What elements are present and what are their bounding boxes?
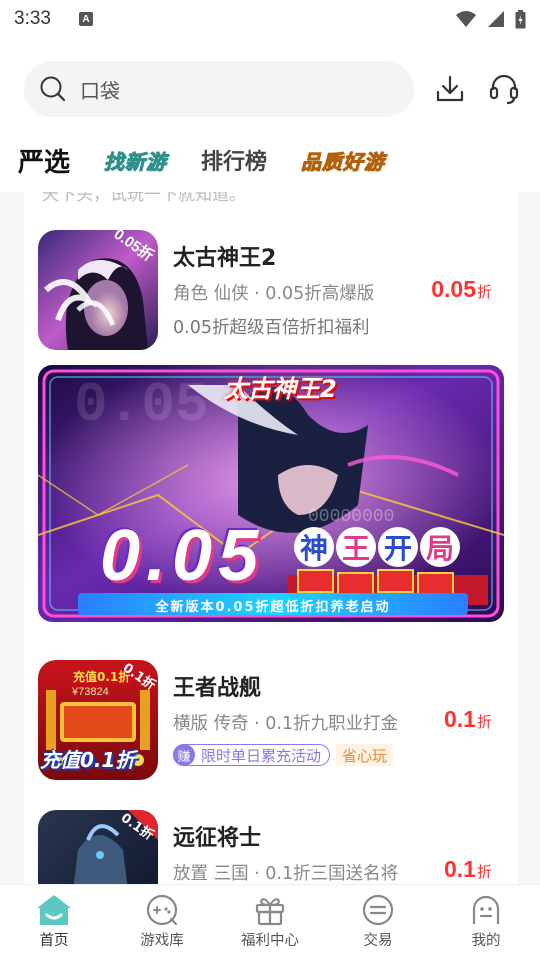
- wifi-icon: [456, 11, 476, 27]
- game-discount: 0.1折: [444, 856, 492, 882]
- tab-label: 交易: [363, 933, 393, 949]
- feed-card: 天下头，试玩一下就知道。 0.05折 太古神王2 角色 仙侠 · 0.05折高爆…: [24, 192, 518, 884]
- game-meta: 角色 仙侠 · 0.05折高爆版: [173, 284, 375, 304]
- game-item[interactable]: 0.1折 远征将士 放置 三国 · 0.1折三国送名将 0.1折: [38, 810, 504, 884]
- search-row: 口袋: [24, 61, 524, 117]
- status-time: 3:33: [14, 8, 51, 29]
- battery-icon: [515, 9, 526, 28]
- tab-label: 福利中心: [241, 933, 299, 949]
- banner-bg-digits: 0.05: [74, 373, 209, 437]
- search-icon: [40, 76, 66, 102]
- download-icon[interactable]: [436, 75, 464, 103]
- tab-game-library[interactable]: 游戏库: [108, 885, 216, 960]
- slogan-char: 王: [336, 527, 376, 567]
- search-text: 口袋: [80, 78, 120, 103]
- truncated-text: 天下头，试玩一下就知道。: [42, 192, 246, 205]
- top-tabs: 严选 找新游 排行榜 品质好游: [18, 138, 419, 182]
- tab-mine[interactable]: 我的: [432, 885, 540, 960]
- game-name: 远征将士: [173, 826, 262, 851]
- tab-label: 首页: [39, 933, 69, 949]
- game-icon: 充值0.1折 ¥73824 充值0.1折 0.1折: [38, 660, 158, 780]
- banner-big-number: 0.05: [100, 516, 265, 596]
- bottom-tab-bar: 首页 游戏库 福利中心 交易 我的: [0, 884, 540, 960]
- banner-logo: 太古神王2: [224, 375, 337, 403]
- game-discount: 0.05折: [431, 276, 492, 302]
- tab-trade[interactable]: 交易: [324, 885, 432, 960]
- game-feed[interactable]: 天下头，试玩一下就知道。 0.05折 太古神王2 角色 仙侠 · 0.05折高爆…: [0, 192, 540, 884]
- game-item[interactable]: 充值0.1折 ¥73824 充值0.1折 0.1折 王者战舰 横版 传奇 · 0…: [38, 660, 504, 780]
- tab-welfare[interactable]: 福利中心: [216, 885, 324, 960]
- game-meta: 放置 三国 · 0.1折三国送名将: [173, 864, 399, 884]
- notification-icon: A: [78, 12, 93, 26]
- signal-icon: [488, 11, 504, 27]
- game-icon: 0.1折: [38, 810, 158, 884]
- banner-slogan: 神 王 开 局: [294, 527, 460, 567]
- tab-new-games[interactable]: 找新游: [104, 146, 167, 175]
- search-input[interactable]: 口袋: [24, 61, 414, 117]
- promo-banner[interactable]: 0.05 00000000 太古神王2 0.05 神 王 开 局 全新版本0.0…: [38, 365, 504, 622]
- tab-label: 我的: [471, 933, 501, 949]
- game-name: 王者战舰: [173, 676, 262, 701]
- tab-home[interactable]: 首页: [0, 885, 108, 960]
- game-name: 太古神王2: [173, 246, 277, 271]
- tab-quality-games[interactable]: 品质好游: [301, 146, 385, 175]
- earn-badge: 赚: [173, 744, 195, 766]
- gamepad-icon: [146, 894, 178, 926]
- banner-bg-digits-2: 00000000: [308, 507, 395, 527]
- customer-service-icon[interactable]: [488, 73, 520, 105]
- trade-icon: [362, 894, 394, 926]
- home-icon: [37, 895, 71, 925]
- slogan-char: 开: [378, 527, 418, 567]
- profile-icon: [472, 895, 500, 924]
- slogan-char: 神: [294, 527, 334, 567]
- icon-label-bottom: 充值0.1折: [40, 748, 136, 772]
- game-discount: 0.1折: [444, 706, 492, 732]
- gift-icon: [255, 898, 285, 926]
- tab-ranking[interactable]: 排行榜: [201, 144, 267, 176]
- activity-tag[interactable]: 赚限时单日累充活动: [173, 744, 331, 766]
- feature-tag: 省心玩: [336, 744, 394, 766]
- icon-amount: ¥73824: [72, 686, 109, 698]
- game-meta: 横版 传奇 · 0.1折九职业打金: [173, 714, 399, 734]
- tab-featured[interactable]: 严选: [18, 142, 70, 179]
- game-welfare: 0.05折超级百倍折扣福利: [173, 318, 370, 338]
- tab-label: 游戏库: [140, 933, 184, 949]
- status-icons: [455, 9, 526, 29]
- game-item[interactable]: 0.05折 太古神王2 角色 仙侠 · 0.05折高爆版 0.05折超级百倍折扣…: [38, 230, 504, 350]
- slogan-char: 局: [420, 527, 460, 567]
- game-icon: 0.05折: [38, 230, 158, 350]
- status-bar: 3:33 A: [0, 0, 540, 38]
- banner-strip-text: 全新版本0.05折超低折扣养老启动: [155, 600, 391, 615]
